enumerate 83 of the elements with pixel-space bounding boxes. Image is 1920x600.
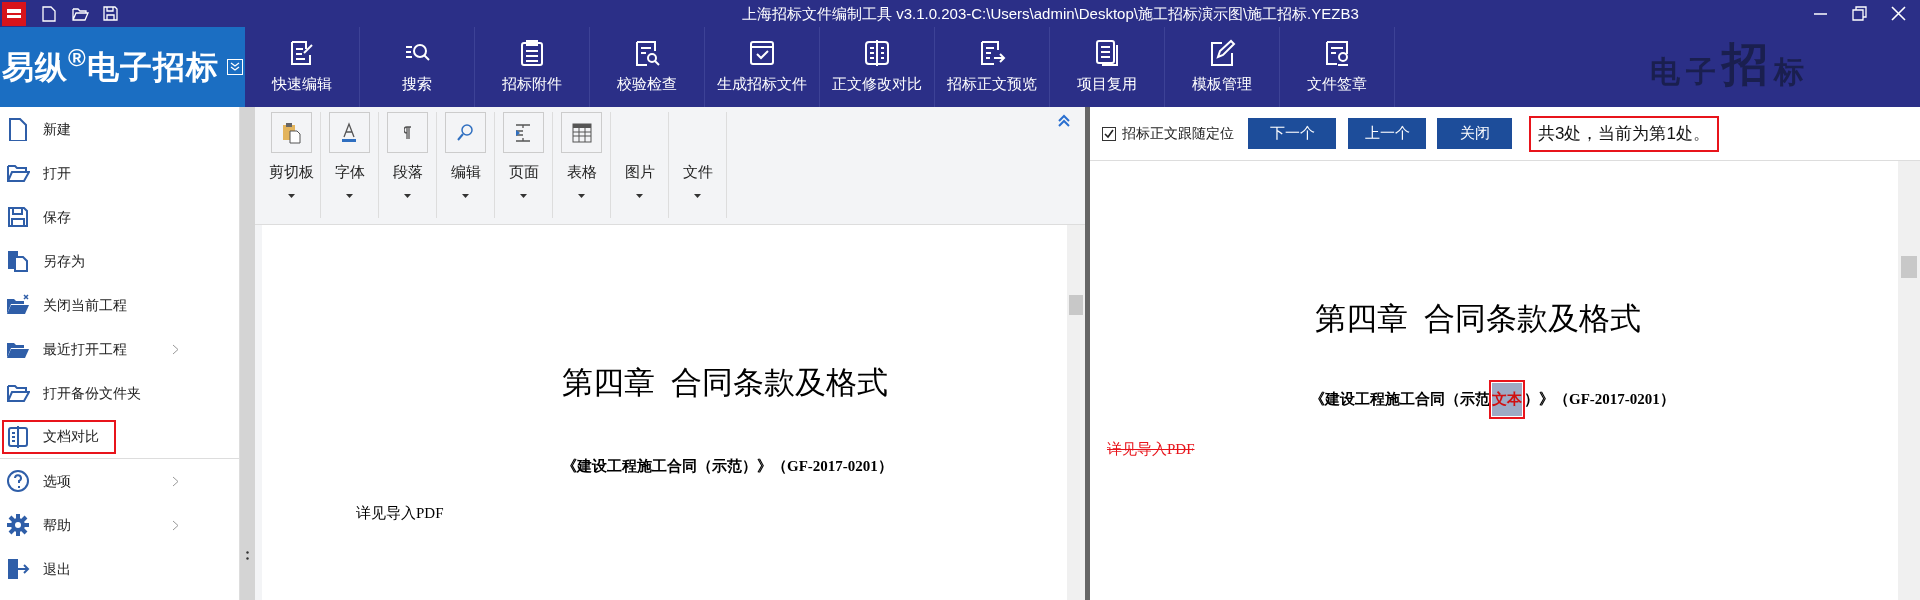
document-subtitle: 《建设工程施工合同（示范）》（GF-2017-0201） (562, 457, 893, 476)
menu-item[interactable]: 文档对比 (0, 415, 239, 459)
scrollbar[interactable] (1898, 161, 1920, 600)
compare-icon (6, 424, 30, 449)
logo-text: 招 (1722, 41, 1768, 87)
menu-item[interactable]: 选项 (0, 459, 239, 503)
save-icon[interactable] (103, 6, 118, 21)
logo-text: 子 (1686, 57, 1716, 87)
restore-icon[interactable] (1852, 6, 1867, 21)
app-logo-icon (2, 1, 26, 26)
menu-item[interactable]: 保存 (0, 195, 239, 239)
caret-down-icon (520, 193, 527, 198)
new-file-icon[interactable] (42, 5, 56, 22)
caret-down-icon (288, 193, 295, 198)
exit-icon (6, 557, 30, 581)
window-title: 上海招标文件编制工具 v3.1.0.203-C:\Users\admin\Desktop\施工招标演示图\施工招标.YEZB3 (742, 4, 1359, 24)
edit-icon[interactable] (288, 38, 316, 67)
toolbar-button[interactable]: 上一个 (1348, 118, 1426, 149)
menu-item[interactable]: 打开 (0, 151, 239, 195)
ribbon-group-button[interactable]: 图片 (612, 112, 667, 198)
menu-item[interactable]: 另存为 (0, 239, 239, 283)
menu-item[interactable]: 打开备份文件夹 (0, 371, 239, 415)
dropdown-icon[interactable] (226, 59, 243, 75)
grip-icon[interactable] (246, 551, 249, 560)
logo-text: 标 (1774, 57, 1804, 87)
ribbon-group-button[interactable]: 表格 (554, 112, 609, 198)
help-icon (6, 469, 30, 493)
caret-down-icon (404, 193, 411, 198)
caret-down-icon (578, 193, 585, 198)
caret-down-icon (636, 193, 643, 198)
brand-name: 易纵$^{®}$电子招标 (2, 43, 219, 87)
toolbar-button[interactable]: 模板管理 (1165, 27, 1280, 107)
toolbar-button[interactable]: 关闭 (1437, 118, 1512, 149)
document-search-icon[interactable] (633, 38, 661, 67)
menu-item[interactable]: 最近打开工程 (0, 327, 239, 371)
certificate-icon[interactable] (1323, 38, 1351, 67)
chevron-right-icon (172, 475, 179, 487)
clipboard-icon[interactable] (518, 38, 546, 67)
ribbon-group-button[interactable]: 编辑 (438, 112, 493, 198)
close-icon[interactable] (1891, 6, 1906, 21)
match-count-text: 共3处，当前为第1处。 (1529, 115, 1719, 152)
document-subtitle: 《建设工程施工合同（示范 (1310, 390, 1490, 409)
toolbar-button[interactable]: 下一个 (1248, 118, 1336, 149)
compare-icon[interactable] (863, 38, 891, 67)
paragraph-icon (403, 125, 412, 140)
toolbar-button[interactable]: 文件签章 (1280, 27, 1395, 107)
file-icon (6, 117, 30, 141)
scrollbar[interactable] (1067, 225, 1085, 600)
chevron-right-icon (172, 343, 179, 355)
open-folder-icon[interactable] (72, 6, 89, 21)
document-heading: 第四章 合同条款及格式 (562, 364, 888, 402)
document-subtitle: ）》（GF-2017-0201） (1524, 390, 1675, 409)
save-as-icon (6, 249, 30, 273)
collapse-ribbon-icon[interactable] (1057, 114, 1071, 128)
save-icon (6, 205, 30, 229)
documents-icon[interactable] (1093, 38, 1121, 67)
search-match-highlight: 文本 (1492, 383, 1522, 416)
follow-checkbox[interactable]: 招标正文跟随定位 (1102, 123, 1234, 144)
ribbon-group-button[interactable]: 字体 (322, 112, 377, 198)
folder-close-icon (6, 293, 30, 317)
settings-icon (6, 513, 30, 537)
ribbon-group-button[interactable]: 页面 (496, 112, 551, 198)
document-paragraph: 详见导入PDF (356, 504, 444, 523)
caret-down-icon (694, 193, 701, 198)
ribbon-group-button[interactable]: 剪切板 (264, 112, 319, 198)
menu-item[interactable]: 退出 (0, 547, 239, 591)
document-heading: 第四章 合同条款及格式 (1315, 300, 1641, 338)
logo-text: 电 (1650, 57, 1680, 87)
deleted-paragraph: 详见导入PDF (1107, 440, 1195, 459)
document-arrow-icon[interactable] (978, 38, 1006, 67)
menu-item[interactable]: 新建 (0, 107, 239, 151)
table-icon (569, 120, 594, 145)
checkmark-icon (1104, 128, 1114, 139)
menu-item[interactable]: 关闭当前工程 (0, 283, 239, 327)
ribbon-group-button[interactable]: 段落 (380, 112, 435, 198)
edit-square-icon[interactable] (1208, 38, 1236, 67)
chevron-right-icon (172, 519, 179, 531)
ribbon-group-button[interactable]: 文件 (670, 112, 725, 198)
checked-window-icon[interactable] (748, 38, 776, 67)
menu-item[interactable]: 帮助 (0, 503, 239, 547)
toolbar-button[interactable]: 项目复用 (1050, 27, 1165, 107)
caret-down-icon (462, 193, 469, 198)
caret-down-icon (346, 193, 353, 198)
